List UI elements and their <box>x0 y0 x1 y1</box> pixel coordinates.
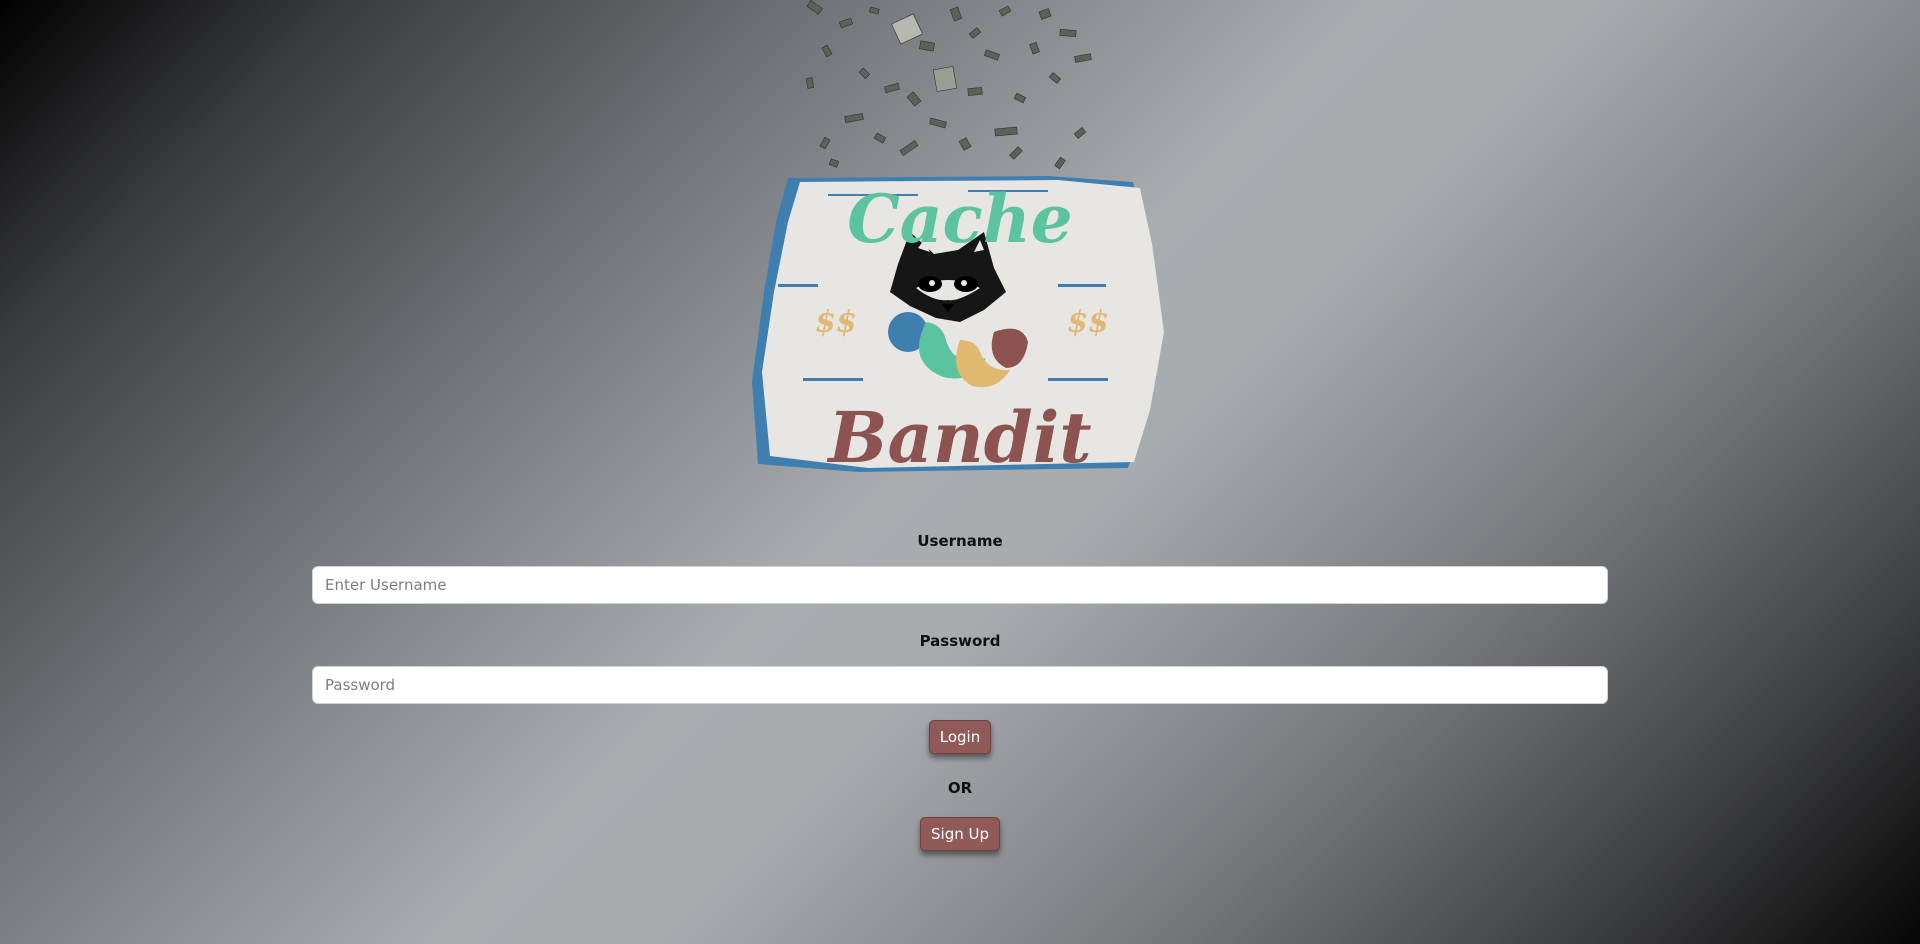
or-separator: OR <box>947 779 973 797</box>
logo-word-cache: Cache <box>847 180 1072 258</box>
password-input[interactable] <box>312 666 1608 704</box>
cache-bandit-logo: Cache Bandit $$ $$ <box>748 172 1172 476</box>
falling-money-decoration <box>800 0 1120 175</box>
logo-word-bandit: Bandit <box>826 396 1091 476</box>
money-rain-graphic <box>805 0 1092 170</box>
logo-left-dollar-signs: $$ <box>815 305 857 340</box>
login-form: Username Password Login OR Sign Up <box>312 530 1608 851</box>
logo-graphic: Cache Bandit $$ $$ <box>752 176 1164 476</box>
logo-right-dollar-signs: $$ <box>1067 305 1109 340</box>
username-label: Username <box>917 532 1003 550</box>
username-input[interactable] <box>312 566 1608 604</box>
login-button[interactable]: Login <box>928 720 992 754</box>
sign-up-button[interactable]: Sign Up <box>920 817 1000 851</box>
password-label: Password <box>919 632 1001 650</box>
